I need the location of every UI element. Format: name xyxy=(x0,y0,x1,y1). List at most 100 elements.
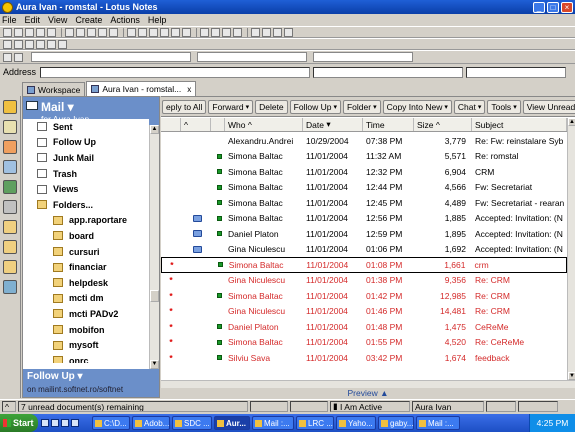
cut-icon[interactable] xyxy=(87,27,96,37)
preview-toggle[interactable]: Preview ▲ xyxy=(161,388,575,399)
taskbar-button[interactable]: C:\D... xyxy=(92,416,130,430)
scroll-up-icon[interactable]: ▲ xyxy=(150,125,159,134)
move-right-icon[interactable] xyxy=(211,27,220,37)
presence-status[interactable]: ▮ I Am Active xyxy=(330,401,410,412)
scroll-up-icon[interactable]: ▲ xyxy=(568,118,575,126)
taskbar-button[interactable]: Mail :... xyxy=(252,416,294,430)
message-row[interactable]: * Daniel Platon 11/01/2004 01:48 PM 1,475 CeR… xyxy=(161,319,567,335)
menu-help[interactable]: Help xyxy=(148,15,167,25)
taskbar-button[interactable]: SDC ... xyxy=(172,416,212,430)
nav-item[interactable]: financiar xyxy=(23,259,149,275)
maximize-icon[interactable]: □ xyxy=(547,1,559,13)
nav-item[interactable]: cursuri xyxy=(23,244,149,260)
follow-up-dropdown[interactable]: Follow Up ▾ xyxy=(27,371,155,382)
paste-icon[interactable] xyxy=(109,27,118,37)
reply-to-all-button[interactable]: eply to All xyxy=(162,99,207,114)
tab-mail[interactable]: Aura Ivan - romstal... x xyxy=(86,81,197,96)
navigator-scrollbar[interactable]: ▲ ▼ xyxy=(149,125,159,369)
location-user[interactable]: Aura Ivan xyxy=(412,401,484,412)
start-button[interactable]: Start xyxy=(0,414,38,432)
taskbar-button[interactable]: Adob... xyxy=(132,416,170,430)
nav-item[interactable]: board xyxy=(23,228,149,244)
nav-item[interactable]: Trash xyxy=(23,166,149,182)
toolbar-combo-left[interactable] xyxy=(31,52,191,62)
menu-edit[interactable]: Edit xyxy=(25,15,41,25)
taskbar-button[interactable]: Mail :... xyxy=(416,416,460,430)
scroll-down-icon[interactable]: ▼ xyxy=(150,360,159,369)
status-cell-c[interactable] xyxy=(486,401,516,412)
nav-item[interactable]: Sent xyxy=(23,119,149,135)
nav-item[interactable]: mcti PADv2 xyxy=(23,306,149,322)
bookmark-more-icon[interactable] xyxy=(3,260,17,274)
toolbar-combo-mid[interactable] xyxy=(197,52,307,62)
taskbar-button[interactable]: Aur... xyxy=(214,416,250,430)
col-date[interactable]: Date ▾ xyxy=(303,118,363,131)
col-subject[interactable]: Subject xyxy=(472,118,567,131)
col-icon[interactable]: ^ xyxy=(181,118,211,131)
bookmark-contacts-icon[interactable] xyxy=(3,160,17,174)
message-row[interactable]: * Simona Baltac 11/01/2004 01:08 PM 1,661 crm xyxy=(161,257,567,273)
taskbar-button[interactable]: Yaho... xyxy=(336,416,376,430)
scroll-thumb[interactable] xyxy=(150,290,159,302)
message-row[interactable]: * Silviu Sava 11/01/2004 03:42 PM 1,674 feedb… xyxy=(161,350,567,366)
message-list-scrollbar[interactable]: ▲ ▼ xyxy=(567,118,575,380)
people-icon[interactable] xyxy=(14,52,23,62)
menu-actions[interactable]: Actions xyxy=(110,15,140,25)
message-row[interactable]: * Simona Baltac 11/01/2004 01:42 PM 12,985 Re… xyxy=(161,288,567,304)
message-row[interactable]: Simona Baltac 11/01/2004 11:32 AM 5,571 Re: … xyxy=(161,149,567,165)
message-row[interactable]: Simona Baltac 11/01/2004 12:32 PM 6,904 CRM xyxy=(161,164,567,180)
status-arrow-icon[interactable]: ^ xyxy=(2,401,16,412)
bookmark-calendar-icon[interactable] xyxy=(3,140,17,154)
search-web-icon[interactable] xyxy=(58,39,67,49)
message-row[interactable]: Simona Baltac 11/01/2004 12:45 PM 4,489 Fw: … xyxy=(161,195,567,211)
message-row[interactable]: Simona Baltac 11/01/2004 12:44 PM 4,566 Fw: … xyxy=(161,180,567,196)
menu-file[interactable]: File xyxy=(2,15,17,25)
nav-item[interactable]: Follow Up xyxy=(23,135,149,151)
delete-button[interactable]: Delete xyxy=(255,99,288,114)
copy-icon[interactable] xyxy=(98,27,107,37)
message-row[interactable]: * Simona Baltac 11/01/2004 01:55 PM 4,520 Re:… xyxy=(161,335,567,351)
quicklaunch-ie-icon[interactable] xyxy=(51,419,59,427)
col-time[interactable]: Time xyxy=(363,118,414,131)
message-row[interactable]: Daniel Platon 11/01/2004 12:59 PM 1,895 Acce… xyxy=(161,226,567,242)
message-row[interactable]: Alexandru.Andrei 10/29/2004 07:38 PM 3,779 R… xyxy=(161,133,567,149)
binoculars-icon[interactable] xyxy=(251,27,260,37)
bookmark-icon[interactable] xyxy=(47,39,56,49)
nav-item[interactable]: Junk Mail xyxy=(23,150,149,166)
taskbar-button[interactable]: LRC ... xyxy=(296,416,334,430)
nav-item[interactable]: Folders... xyxy=(23,197,149,213)
col-mark[interactable] xyxy=(161,118,181,131)
quicklaunch-media-icon[interactable] xyxy=(71,419,79,427)
forward-icon[interactable] xyxy=(14,39,23,49)
tab-workspace[interactable]: Workspace xyxy=(22,82,86,96)
address-field-3[interactable] xyxy=(466,66,567,78)
address-field-2[interactable] xyxy=(313,66,464,78)
nav-item[interactable]: helpdesk xyxy=(23,275,149,291)
nav-item[interactable]: app.raportare xyxy=(23,213,149,229)
nav-item[interactable]: mobifon xyxy=(23,322,149,338)
folder-button[interactable]: Folder ▾ xyxy=(342,99,381,114)
add-icon[interactable] xyxy=(222,27,231,37)
chat-icon[interactable] xyxy=(3,52,12,62)
scroll-down-icon[interactable]: ▼ xyxy=(568,372,575,380)
refresh-icon[interactable] xyxy=(171,27,180,37)
bookmark-todo-icon[interactable] xyxy=(3,180,17,194)
menu-create[interactable]: Create xyxy=(75,15,102,25)
bookmark-favorites-icon[interactable] xyxy=(3,220,17,234)
back-icon[interactable] xyxy=(3,39,12,49)
toolbar-combo-right[interactable] xyxy=(313,52,413,62)
move-left-icon[interactable] xyxy=(200,27,209,37)
open-icon[interactable] xyxy=(3,27,12,37)
nav-item[interactable]: onrc xyxy=(23,353,149,363)
follow-up-button[interactable]: Follow Up ▾ xyxy=(289,99,341,114)
bookmark-web-icon[interactable] xyxy=(3,280,17,294)
bookmark-databases-icon[interactable] xyxy=(3,240,17,254)
message-row[interactable]: * Gina Niculescu 11/01/2004 01:46 PM 14,481 R… xyxy=(161,304,567,320)
save-icon[interactable] xyxy=(65,27,74,37)
nav-item[interactable]: mcti dm xyxy=(23,291,149,307)
chat-button[interactable]: Chat ▾ xyxy=(453,99,486,114)
message-row[interactable]: Simona Baltac 11/01/2004 12:56 PM 1,885 Acce… xyxy=(161,211,567,227)
nav-item[interactable]: Views xyxy=(23,181,149,197)
stop-icon[interactable] xyxy=(25,39,34,49)
search-icon[interactable] xyxy=(262,27,271,37)
